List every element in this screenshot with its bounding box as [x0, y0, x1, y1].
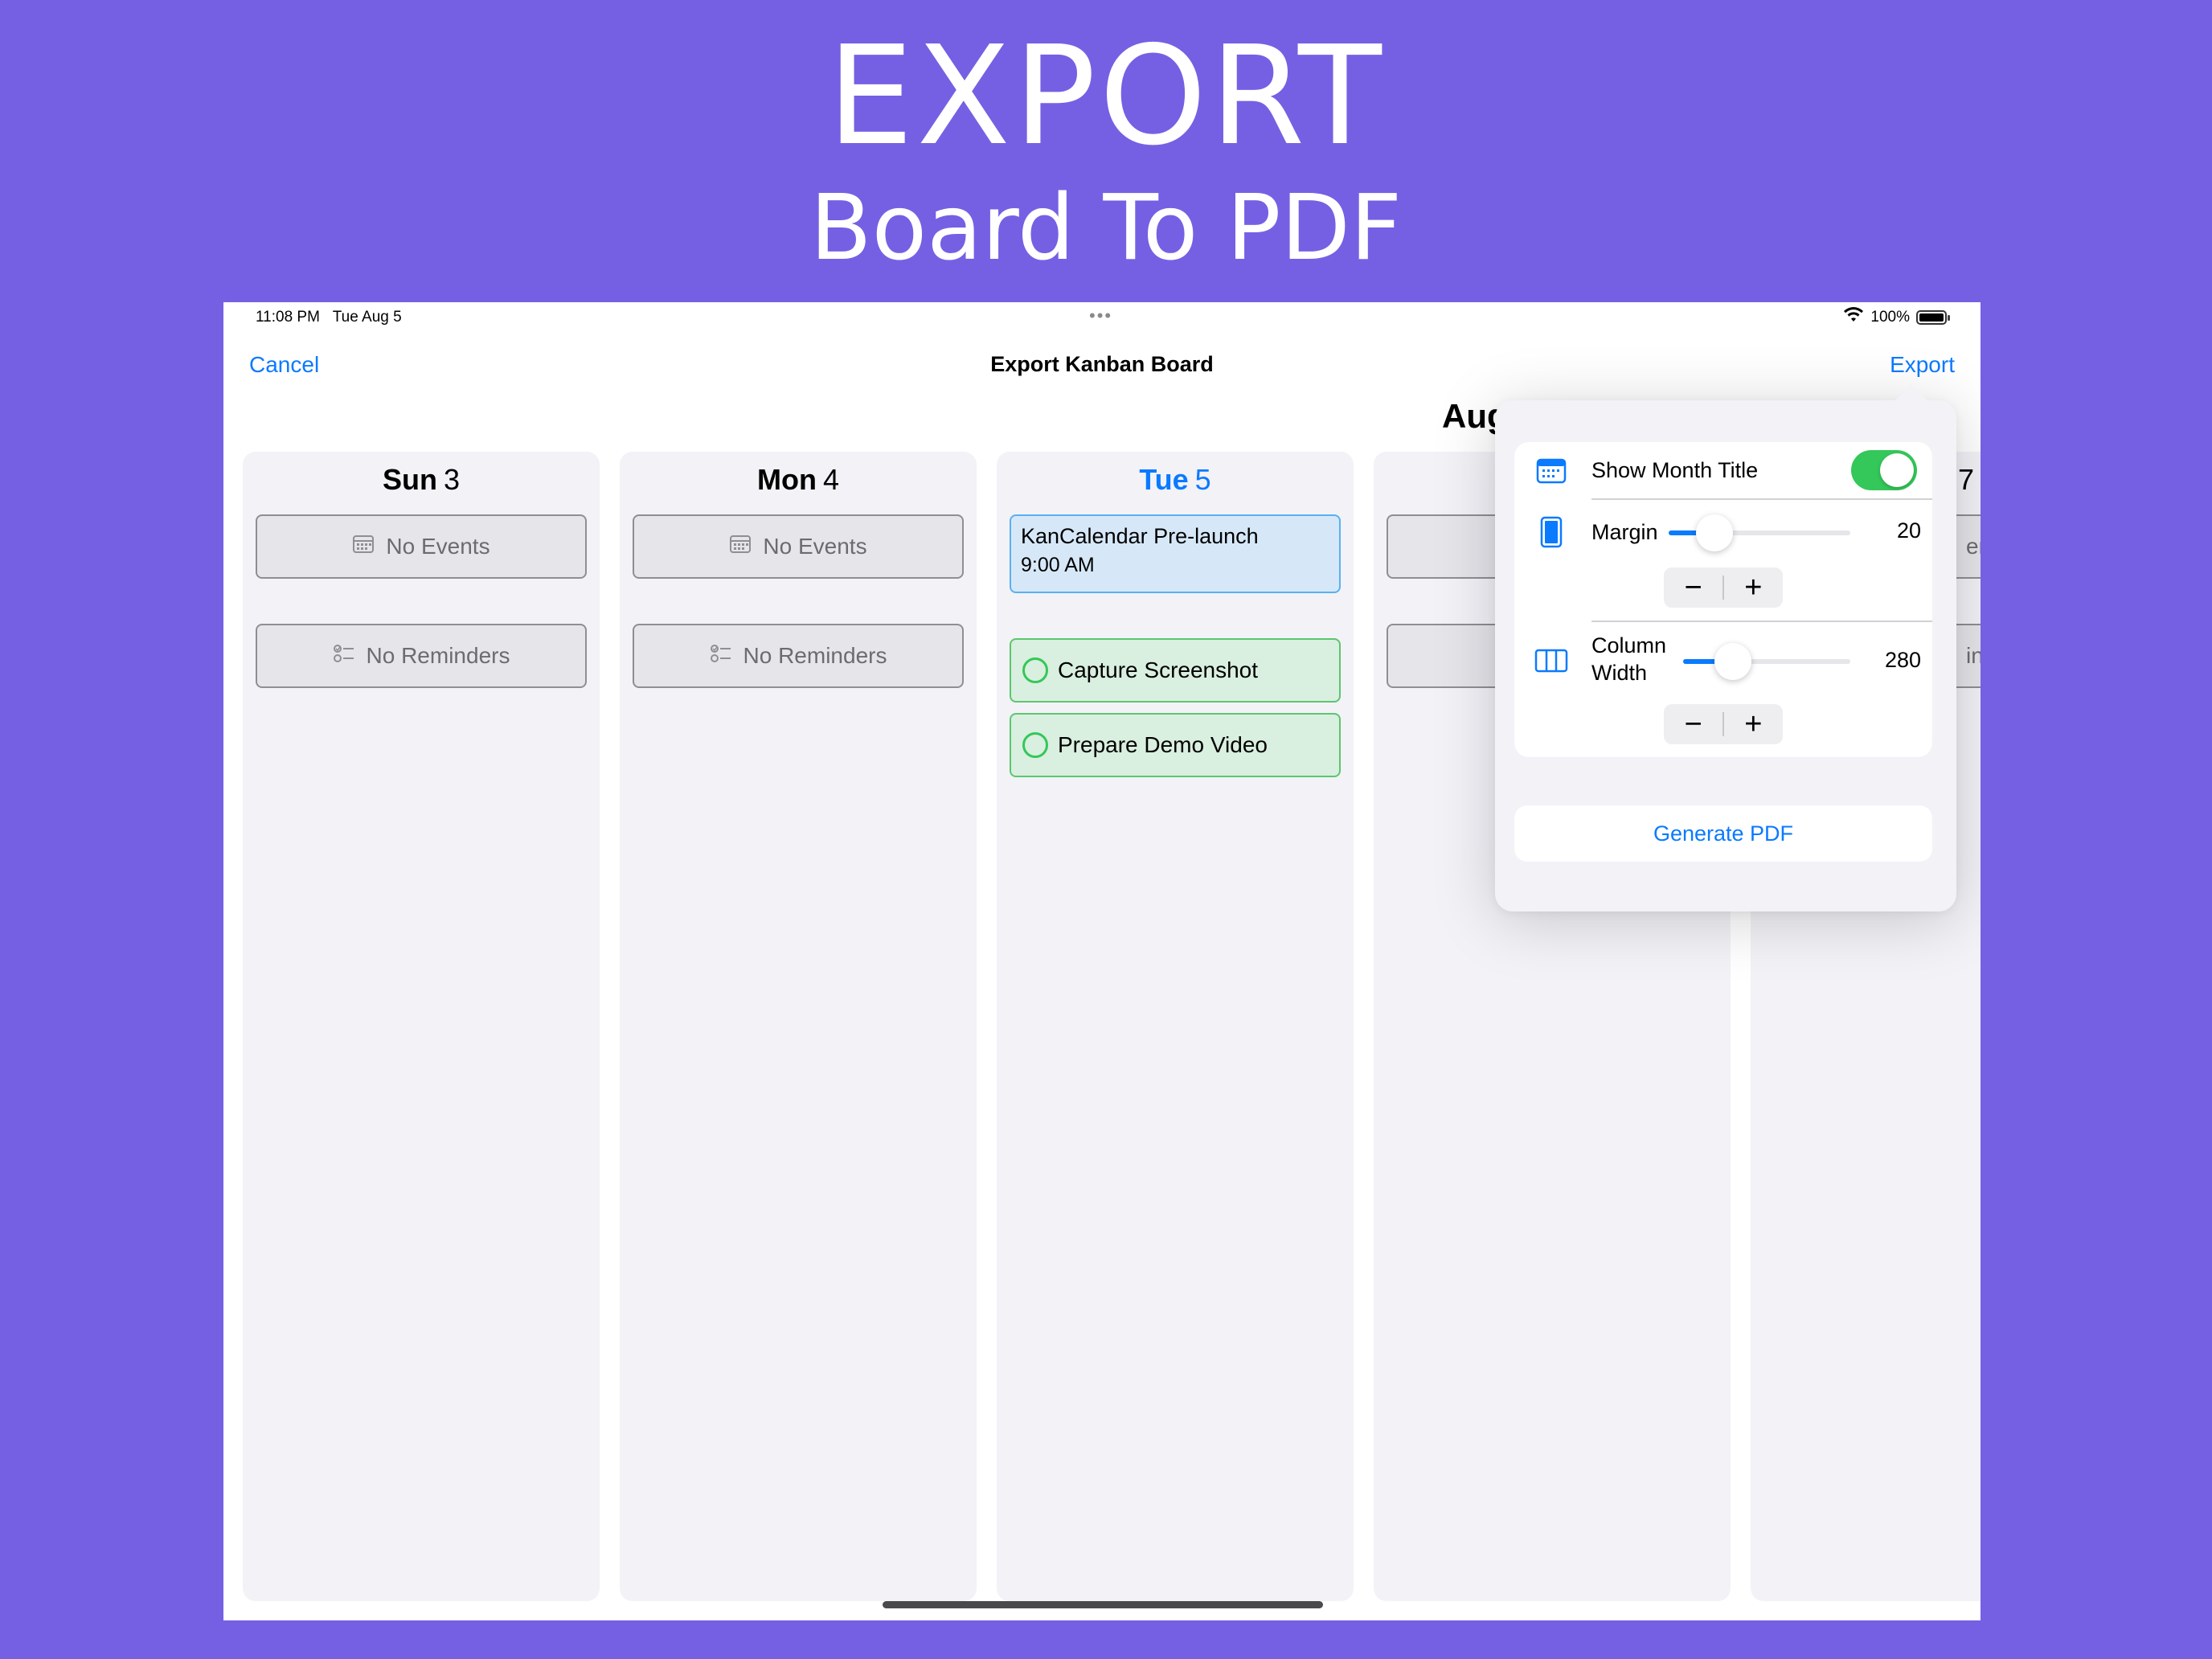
reminder-checkbox[interactable] [1022, 732, 1048, 758]
column-width-decrement-button[interactable]: − [1664, 704, 1722, 744]
export-button[interactable]: Export [1890, 352, 1955, 378]
no-reminders-label: No Reminders [743, 643, 887, 668]
event-card[interactable]: KanCalendar Pre-launch 9:00 AM [1010, 514, 1341, 593]
wifi-icon [1843, 307, 1864, 328]
toggle-knob [1880, 453, 1914, 487]
page-title: Export Kanban Board [990, 352, 1214, 376]
margin-decrement-button[interactable]: − [1664, 567, 1722, 608]
column-width-label: Column Width [1591, 633, 1667, 685]
multitasking-dots[interactable]: ••• [1089, 305, 1112, 326]
ipad-screen: 11:08 PM Tue Aug 5 ••• 100% Cancel Expor… [223, 302, 1981, 1620]
column-width-increment-button[interactable]: + [1724, 704, 1783, 744]
checklist-icon [710, 642, 732, 670]
reminder-card[interactable]: Prepare Demo Video [1010, 713, 1341, 777]
column-width-slider-knob[interactable] [1714, 643, 1751, 680]
show-month-title-label: Show Month Title [1591, 458, 1759, 482]
checklist-icon [333, 642, 355, 670]
day-column-tue: Tue 5 KanCalendar Pre-launch 9:00 AM Capt… [997, 452, 1354, 1601]
day-column-sun: Sun 3 No Events No Reminders [243, 452, 600, 1601]
margin-stepper[interactable]: − + [1664, 567, 1783, 608]
margin-slider-knob[interactable] [1696, 514, 1733, 551]
column-header-today: Tue 5 [1139, 463, 1211, 496]
no-events-label: ent [1966, 534, 1981, 559]
margin-label: Margin [1591, 520, 1658, 544]
status-time: 11:08 PM Tue Aug 5 [256, 309, 402, 326]
battery-percent: 100% [1870, 309, 1910, 326]
column-width-value: 280 [1884, 648, 1921, 672]
day-column-mon: Mon 4 No Events No Reminders [620, 452, 977, 1601]
status-indicators: 100% [1843, 307, 1950, 328]
reminder-card[interactable]: Capture Screenshot [1010, 638, 1341, 703]
page-icon [1534, 514, 1569, 550]
columns-icon [1534, 643, 1569, 678]
no-events-card[interactable]: No Events [633, 514, 964, 579]
generate-pdf-button[interactable]: Generate PDF [1514, 805, 1932, 862]
event-title: KanCalendar Pre-launch [1021, 524, 1259, 548]
battery-icon [1916, 310, 1950, 325]
column-width-stepper[interactable]: − + [1664, 704, 1783, 744]
calendar-icon [1534, 453, 1569, 489]
reminder-title: Prepare Demo Video [1058, 732, 1268, 757]
no-events-card[interactable]: No Events [256, 514, 587, 579]
home-indicator[interactable] [883, 1601, 1323, 1608]
calendar-icon [352, 533, 375, 561]
no-reminders-label: No Reminders [366, 643, 510, 668]
divider [1591, 498, 1932, 500]
reminder-title: Capture Screenshot [1058, 657, 1259, 682]
no-reminders-card[interactable]: No Reminders [256, 624, 587, 688]
export-settings-group: Show Month Title Margin 20 − + Column Wid… [1514, 442, 1932, 757]
column-header: Mon 4 [757, 463, 839, 496]
no-events-label: No Events [763, 534, 867, 559]
status-bar: 11:08 PM Tue Aug 5 ••• 100% [223, 302, 1981, 331]
calendar-icon [729, 533, 752, 561]
promo-headline: EXPORT [827, 17, 1385, 176]
event-time: 9:00 AM [1021, 554, 1095, 576]
no-reminders-card[interactable]: No Reminders [633, 624, 964, 688]
margin-increment-button[interactable]: + [1724, 567, 1783, 608]
show-month-title-toggle[interactable] [1851, 450, 1917, 490]
divider [1591, 621, 1932, 622]
column-header: Sun 3 [382, 463, 461, 496]
margin-value: 20 [1896, 518, 1921, 543]
no-reminders-label: ind [1966, 643, 1981, 668]
no-events-label: No Events [386, 534, 490, 559]
reminder-checkbox[interactable] [1022, 657, 1048, 683]
promo-subheadline: Board To PDF [809, 176, 1403, 281]
export-options-popover: Show Month Title Margin 20 − + Column Wid… [1495, 400, 1956, 911]
